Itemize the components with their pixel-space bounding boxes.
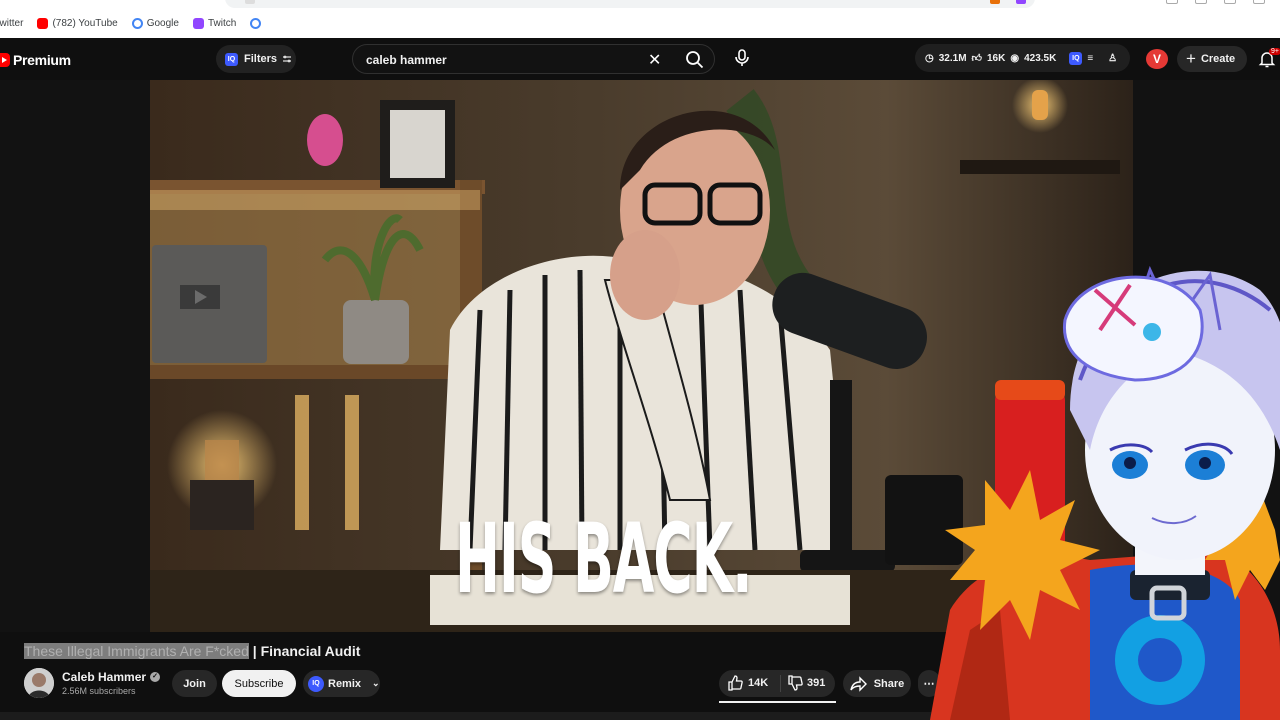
twitch-icon: [192, 17, 204, 29]
channel-name-text: Caleb Hammer: [62, 670, 147, 684]
trophy-icon[interactable]: ♙: [1108, 53, 1117, 64]
download-icon[interactable]: [1195, 0, 1207, 4]
remix-label: Remix: [328, 677, 362, 690]
youtube-watch-page: Twitter (782) YouTube Google Twitch Prem…: [0, 0, 1280, 720]
clear-search-icon[interactable]: ✕: [648, 50, 661, 70]
youtube-logo[interactable]: Premium: [0, 52, 71, 68]
search-input[interactable]: caleb hammer: [366, 53, 447, 67]
extensions-icon[interactable]: [1224, 0, 1236, 4]
menu-icon[interactable]: [1253, 0, 1265, 4]
vtuber-avatar-overlay: [890, 230, 1280, 720]
extension-avatar[interactable]: V: [1146, 49, 1168, 69]
clock-icon: ◷: [925, 52, 934, 64]
thumb-icon: 👍︎: [971, 53, 982, 64]
bookmark-twitch[interactable]: Twitch: [192, 17, 237, 29]
filters-label: Filters: [244, 53, 278, 65]
plus-icon: +: [1186, 49, 1196, 68]
browser-toolbar: Twitter (782) YouTube Google Twitch: [0, 0, 1280, 38]
bookmark-label: (782) YouTube: [52, 17, 118, 29]
join-button[interactable]: Join: [172, 670, 217, 697]
eye-icon: ◉: [1010, 52, 1020, 64]
bookmark-label: Google: [146, 17, 179, 29]
tubequery-icon: IQ: [308, 675, 324, 692]
youtube-play-icon: [0, 53, 10, 67]
video-caption-overlay: HIS BACK.: [455, 503, 753, 615]
like-count: 14K: [748, 677, 769, 689]
notification-badge: 9+: [1269, 48, 1280, 55]
subscriber-count: 2.56M subscribers: [62, 686, 136, 696]
video-title: These Illegal Immigrants Are F*cked | Fi…: [24, 643, 360, 659]
subscribe-button[interactable]: Subscribe: [222, 670, 296, 697]
create-label: Create: [1200, 53, 1236, 65]
search-icon: [686, 51, 704, 69]
channel-name[interactable]: Caleb Hammer ✓: [62, 670, 161, 684]
thumb-up-icon: [728, 675, 743, 691]
bookmark-twitter[interactable]: Twitter: [0, 18, 23, 29]
channel-stats-bar: ◷ 32.1M 👍︎ 16K ◉ 423.5K IQ ≡ ♙: [915, 44, 1130, 72]
video-title-highlight: These Illegal Immigrants Are F*cked: [24, 643, 249, 659]
extension-icon[interactable]: [1016, 0, 1026, 4]
site-info-icon[interactable]: [245, 0, 255, 4]
views-stat: 32.1M: [938, 52, 967, 64]
google-icon: [131, 17, 143, 29]
remix-button[interactable]: IQ Remix ⌄: [303, 670, 380, 697]
watching-stat: 423.5K: [1024, 52, 1057, 64]
avatar-image: [24, 668, 54, 698]
video-title-rest: | Financial Audit: [248, 643, 361, 659]
dislike-button[interactable]: [787, 675, 803, 694]
divider: [780, 675, 781, 692]
list-icon[interactable]: ≡: [1087, 53, 1093, 64]
youtube-icon: [37, 17, 49, 29]
bookmark-label: Twitter: [0, 17, 24, 29]
search-button[interactable]: [676, 45, 715, 73]
bookmark-youtube[interactable]: (782) YouTube: [37, 17, 118, 29]
chevron-down-icon[interactable]: ⌄: [372, 678, 380, 689]
bookmark-google[interactable]: Google: [131, 17, 179, 29]
like-button[interactable]: [727, 675, 743, 694]
likes-stat: 16K: [986, 52, 1006, 64]
verified-icon: ✓: [150, 672, 161, 682]
google-icon: [250, 17, 262, 29]
create-button[interactable]: + Create: [1177, 46, 1247, 72]
thumb-down-icon: [788, 675, 803, 691]
tubequery-icon[interactable]: IQ: [1069, 51, 1083, 65]
sliders-icon: [283, 55, 292, 63]
voice-search-button[interactable]: [728, 44, 756, 72]
youtube-header: Premium IQ Filters caleb hammer ✕ ◷ 32.1…: [0, 38, 1280, 80]
tubequery-icon: IQ: [225, 52, 238, 66]
search-box: caleb hammer ✕: [352, 44, 715, 74]
like-ratio-bar: [719, 701, 836, 703]
address-bar[interactable]: [225, 0, 1035, 8]
filters-button[interactable]: IQ Filters: [216, 45, 296, 73]
microphone-icon: [735, 49, 749, 66]
dislike-count: 391: [807, 677, 826, 689]
logo-text: Premium: [13, 52, 71, 68]
share-icon: [850, 675, 867, 692]
profile-icon[interactable]: [1166, 0, 1178, 4]
bookmark-label: Twitch: [207, 17, 237, 29]
like-dislike-group: 14K 391: [719, 670, 835, 697]
bookmark-google-2[interactable]: [250, 17, 265, 29]
bookmarks-bar: Twitter (782) YouTube Google Twitch: [0, 15, 279, 31]
extension-icon[interactable]: [990, 0, 1000, 4]
anime-character-image: [930, 265, 1280, 720]
channel-avatar[interactable]: [24, 668, 54, 698]
